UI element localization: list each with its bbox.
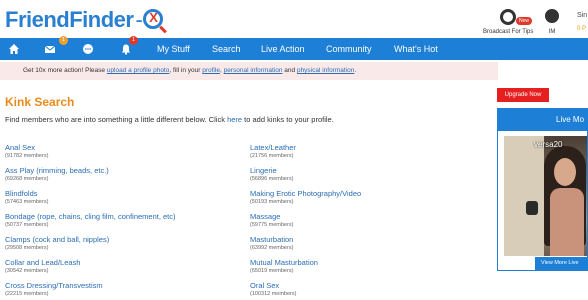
thumbnail-camera bbox=[526, 201, 538, 215]
broadcast-for-tips-button[interactable]: New Broadcast For Tips bbox=[483, 9, 533, 35]
mail-icon[interactable] bbox=[44, 43, 56, 55]
logo-text-finder: Finder bbox=[69, 7, 134, 32]
physical-info-link[interactable]: physical information bbox=[297, 67, 354, 74]
kink-count: (69268 members) bbox=[5, 176, 49, 182]
logo-text-dash: - bbox=[135, 7, 143, 32]
live-models-panel: Live Mo versa20 View More Live bbox=[497, 108, 588, 271]
im-icon bbox=[545, 9, 559, 23]
kink-count: (63992 members) bbox=[250, 245, 294, 251]
kink-item[interactable]: Making Erotic Photography/Video (50193 me… bbox=[250, 189, 361, 205]
live-model-username: versa20 bbox=[534, 140, 563, 149]
upload-photo-link[interactable]: upload a profile photo bbox=[107, 67, 170, 74]
kink-name[interactable]: Clamps (cock and ball, nipples) bbox=[5, 235, 109, 244]
page-title: Kink Search bbox=[5, 95, 75, 109]
kink-name[interactable]: Collar and Lead/Leash bbox=[5, 258, 80, 267]
notice-prefix: Get 10x more action! Please bbox=[23, 67, 107, 74]
magnifier-logo-icon: X bbox=[143, 9, 164, 29]
kink-count: (50193 members) bbox=[250, 199, 294, 205]
kink-count: (30542 members) bbox=[5, 268, 49, 274]
profile-completion-notice: Get 10x more action! Please upload a pro… bbox=[0, 62, 498, 80]
notice-suffix: . bbox=[354, 67, 357, 74]
kink-name[interactable]: Masturbation bbox=[250, 235, 293, 244]
personal-info-link[interactable]: personal information bbox=[224, 67, 283, 74]
im-label: IM bbox=[548, 29, 556, 35]
kink-item[interactable]: Bondage (rope, chains, cling film, confi… bbox=[5, 212, 176, 228]
kink-item[interactable]: Lingerie (56896 members) bbox=[250, 166, 293, 182]
kink-item[interactable]: Collar and Lead/Leash (30542 members) bbox=[5, 258, 80, 274]
intro-suffix: to add kinks to your profile. bbox=[242, 115, 334, 124]
upgrade-now-button[interactable]: Upgrade Now bbox=[497, 88, 549, 102]
kink-name[interactable]: Latex/Leather bbox=[250, 143, 296, 152]
kink-item[interactable]: Blindfolds (57463 members) bbox=[5, 189, 48, 205]
intro-text: Find members who are into something a li… bbox=[5, 115, 334, 124]
kink-name[interactable]: Massage bbox=[250, 212, 293, 221]
kink-name[interactable]: Lingerie bbox=[250, 166, 293, 175]
main-nav: 1 1 My Stuff Search Live Action Communit… bbox=[0, 36, 588, 60]
nav-my-stuff[interactable]: My Stuff bbox=[157, 38, 190, 60]
logo-text-friend: Friend bbox=[5, 7, 70, 32]
kink-item[interactable]: Massage (59775 members) bbox=[250, 212, 293, 228]
profile-link[interactable]: profile bbox=[202, 67, 220, 74]
nav-whats-hot[interactable]: What's Hot bbox=[394, 38, 438, 60]
live-panel-title: Live Mo bbox=[498, 109, 587, 131]
kink-count: (59775 members) bbox=[250, 222, 294, 228]
im-button[interactable]: IM bbox=[541, 9, 563, 35]
kink-name[interactable]: Anal Sex bbox=[5, 143, 48, 152]
kink-count: (65019 members) bbox=[250, 268, 294, 274]
nav-community[interactable]: Community bbox=[326, 38, 372, 60]
kink-name[interactable]: Mutual Masturbation bbox=[250, 258, 318, 267]
intro-prefix: Find members who are into something a li… bbox=[5, 115, 228, 124]
kink-name[interactable]: Bondage (rope, chains, cling film, confi… bbox=[5, 212, 176, 221]
notice-mid1: , fill in your bbox=[169, 67, 203, 74]
kink-item[interactable]: Clamps (cock and ball, nipples) (29508 me… bbox=[5, 235, 109, 251]
kink-count: (57463 members) bbox=[5, 199, 49, 205]
kink-name[interactable]: Making Erotic Photography/Video bbox=[250, 189, 361, 198]
thumbnail-wall bbox=[504, 136, 544, 256]
kink-item[interactable]: Masturbation (63992 members) bbox=[250, 235, 293, 251]
points-indicator: 0 P bbox=[577, 26, 587, 32]
webcam-icon bbox=[500, 9, 516, 25]
kink-item[interactable]: Anal Sex (91782 members) bbox=[5, 143, 48, 159]
view-more-live-button[interactable]: View More Live bbox=[535, 257, 587, 270]
kink-item[interactable]: Latex/Leather (21756 members) bbox=[250, 143, 296, 159]
kink-item[interactable]: Oral Sex (100312 members) bbox=[250, 281, 296, 297]
kink-count: (21756 members) bbox=[250, 153, 294, 159]
kink-item[interactable]: Mutual Masturbation (65019 members) bbox=[250, 258, 318, 274]
messages-badge: 1 bbox=[59, 36, 68, 45]
thumbnail-face bbox=[554, 158, 576, 186]
kink-count: (29508 members) bbox=[5, 245, 49, 251]
kink-item[interactable]: Cross Dressing/Transvestism (22215 member… bbox=[5, 281, 103, 297]
broadcast-label: Broadcast For Tips bbox=[483, 29, 534, 35]
nav-live-action[interactable]: Live Action bbox=[261, 38, 305, 60]
kink-name[interactable]: Blindfolds bbox=[5, 189, 48, 198]
chat-icon[interactable] bbox=[82, 43, 94, 55]
notifications-badge: 1 bbox=[129, 36, 138, 45]
nav-search[interactable]: Search bbox=[212, 38, 241, 60]
add-kinks-link[interactable]: here bbox=[227, 115, 242, 124]
kink-count: (100312 members) bbox=[250, 291, 297, 297]
kink-count: (50737 members) bbox=[5, 222, 49, 228]
page: Friend Finder - X New Broadcast For Tips… bbox=[0, 0, 588, 300]
user-name[interactable]: Sin bbox=[577, 12, 587, 19]
bell-icon[interactable] bbox=[120, 43, 132, 55]
kink-count: (22215 members) bbox=[5, 291, 49, 297]
kink-name[interactable]: Oral Sex bbox=[250, 281, 296, 290]
live-model-thumbnail[interactable]: versa20 bbox=[504, 136, 587, 256]
kink-name[interactable]: Cross Dressing/Transvestism bbox=[5, 281, 103, 290]
new-badge: New bbox=[516, 17, 533, 25]
kink-item[interactable]: Ass Play (rimming, beads, etc.) (69268 me… bbox=[5, 166, 109, 182]
logo-text-x: X bbox=[149, 10, 158, 25]
kink-count: (56896 members) bbox=[250, 176, 294, 182]
thumbnail-body bbox=[550, 188, 584, 256]
home-icon[interactable] bbox=[8, 43, 20, 55]
notice-mid3: and bbox=[282, 67, 297, 74]
friendfinder-logo[interactable]: Friend Finder - X bbox=[5, 7, 164, 32]
kink-name[interactable]: Ass Play (rimming, beads, etc.) bbox=[5, 166, 109, 175]
kink-count: (91782 members) bbox=[5, 153, 49, 159]
